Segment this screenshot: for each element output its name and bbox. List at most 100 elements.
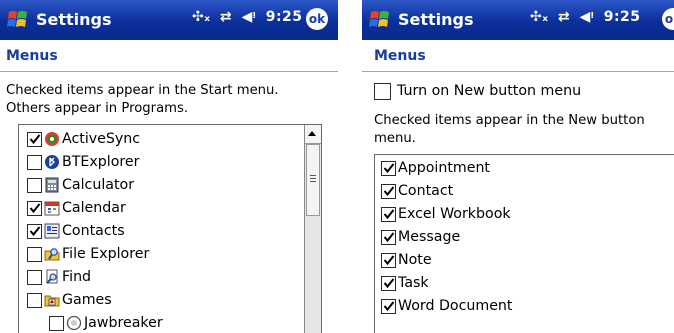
grip-line [310, 175, 316, 176]
jawbreaker-icon [66, 315, 82, 331]
title-bar: Settings ✣ₓ ⇄ ◀ᵎ 9:25 ok [362, 0, 674, 40]
description-line-2: Others appear in Programs. [6, 101, 189, 116]
checkbox[interactable] [27, 200, 42, 216]
ok-button[interactable]: ok [306, 8, 328, 30]
list-item[interactable]: Calculator [27, 174, 134, 196]
vertical-scrollbar[interactable] [304, 125, 321, 333]
description-line-1: Checked items appear in the New button [374, 113, 645, 128]
checkbox[interactable] [381, 206, 396, 222]
games-folder-icon: ♠ [44, 295, 60, 307]
list-item[interactable]: Task [381, 272, 429, 294]
activesync-icon [45, 132, 59, 146]
sync-arrows-icon[interactable]: ⇄ [558, 9, 570, 25]
arrow-up-icon [308, 131, 316, 136]
checkbox[interactable] [381, 252, 396, 268]
item-label: Word Document [398, 298, 513, 314]
checkbox[interactable] [27, 292, 42, 308]
list-item[interactable]: File Explorer [27, 243, 149, 265]
windows-start-icon[interactable] [368, 7, 392, 33]
section-header: Menus [374, 48, 426, 64]
scroll-up-button[interactable] [305, 125, 321, 144]
item-label: ActiveSync [62, 131, 141, 147]
list-item[interactable]: Excel Workbook [381, 203, 511, 225]
ok-button[interactable]: ok [662, 8, 674, 30]
btexplorer-icon [45, 155, 59, 169]
list-item[interactable]: Contacts [27, 220, 125, 242]
list-item[interactable]: Calendar [27, 197, 126, 219]
list-item[interactable]: Contact [381, 180, 453, 202]
status-icons: ✣ₓ ⇄ ◀ᵎ 9:25 [526, 9, 641, 25]
list-item[interactable]: ActiveSync [27, 128, 140, 150]
header-divider [0, 71, 338, 72]
connectivity-icon[interactable]: ✣ₓ [530, 9, 549, 25]
list-item[interactable]: Appointment [381, 157, 490, 179]
file-explorer-icon [44, 248, 60, 261]
item-label: Contact [398, 183, 454, 199]
item-label: Games [62, 292, 112, 308]
item-label: Task [398, 275, 429, 291]
volume-icon[interactable]: ◀ᵎ [242, 9, 257, 25]
windows-start-icon[interactable] [6, 7, 30, 33]
calendar-icon [44, 201, 60, 216]
list-item[interactable]: Note [381, 249, 432, 271]
svg-text:♠: ♠ [49, 299, 54, 306]
calculator-icon [45, 177, 59, 193]
item-label: Calendar [62, 200, 126, 216]
item-label: Note [398, 252, 432, 268]
checkbox[interactable] [27, 223, 42, 239]
checkbox[interactable] [381, 160, 396, 176]
item-label: Jawbreaker [84, 315, 163, 331]
list-item[interactable]: Word Document [381, 295, 512, 317]
new-menu-list[interactable]: Appointment Contact Excel Workbook Messa… [374, 154, 674, 333]
checkbox[interactable] [27, 269, 42, 285]
item-label: BTExplorer [62, 154, 140, 170]
grip-line [310, 181, 316, 182]
scroll-thumb[interactable] [306, 144, 320, 216]
find-icon [46, 269, 58, 284]
item-label: Message [398, 229, 461, 245]
description-line-1: Checked items appear in the Start menu. [6, 83, 279, 98]
start-menu-list[interactable]: ActiveSync BTExplorer Calculator Calenda… [18, 124, 322, 333]
window-title: Settings [398, 10, 474, 29]
new-button-option[interactable]: Turn on New button menu [374, 80, 581, 102]
connectivity-icon[interactable]: ✣ₓ [192, 9, 211, 25]
checkbox[interactable] [27, 154, 42, 170]
checkbox[interactable] [27, 246, 42, 262]
list-item[interactable]: Message [381, 226, 460, 248]
sync-arrows-icon[interactable]: ⇄ [220, 9, 232, 25]
item-label: File Explorer [62, 246, 150, 262]
checkbox[interactable] [27, 177, 42, 193]
window-title: Settings [36, 10, 112, 29]
volume-icon[interactable]: ◀ᵎ [580, 9, 595, 25]
item-label: Appointment [398, 160, 490, 176]
checkbox[interactable] [381, 298, 396, 314]
description-line-2: menu. [374, 131, 416, 146]
checkbox[interactable] [381, 229, 396, 245]
grip-line [310, 178, 316, 179]
clock[interactable]: 9:25 [604, 9, 641, 25]
list-item[interactable]: Find [27, 266, 91, 288]
new-button-option-label: Turn on New button menu [397, 83, 582, 99]
list-item[interactable]: BTExplorer [27, 151, 139, 173]
item-label: Find [62, 269, 92, 285]
contacts-icon [44, 223, 60, 239]
right-settings-screen: Settings ✣ₓ ⇄ ◀ᵎ 9:25 ok Menus Turn on N… [362, 0, 674, 333]
status-icons: ✣ₓ ⇄ ◀ᵎ 9:25 [188, 9, 303, 25]
item-label: Excel Workbook [398, 206, 511, 222]
left-settings-screen: Settings ✣ₓ ⇄ ◀ᵎ 9:25 ok Menus Checked i… [0, 0, 338, 333]
checkbox[interactable] [27, 131, 42, 147]
item-label: Contacts [62, 223, 125, 239]
clock[interactable]: 9:25 [266, 9, 303, 25]
item-label: Calculator [62, 177, 135, 193]
new-button-checkbox[interactable] [374, 82, 391, 100]
checkbox[interactable] [381, 275, 396, 291]
list-item[interactable]: ♠ Games [27, 289, 112, 311]
title-bar: Settings ✣ₓ ⇄ ◀ᵎ 9:25 ok [0, 0, 338, 40]
description: Checked items appear in the Start menu. … [6, 82, 279, 118]
header-divider [362, 71, 674, 72]
section-header: Menus [6, 48, 58, 64]
checkbox[interactable] [381, 183, 396, 199]
description: Checked items appear in the New button m… [374, 112, 645, 148]
checkbox[interactable] [49, 315, 64, 331]
list-item[interactable]: Jawbreaker [49, 312, 163, 333]
